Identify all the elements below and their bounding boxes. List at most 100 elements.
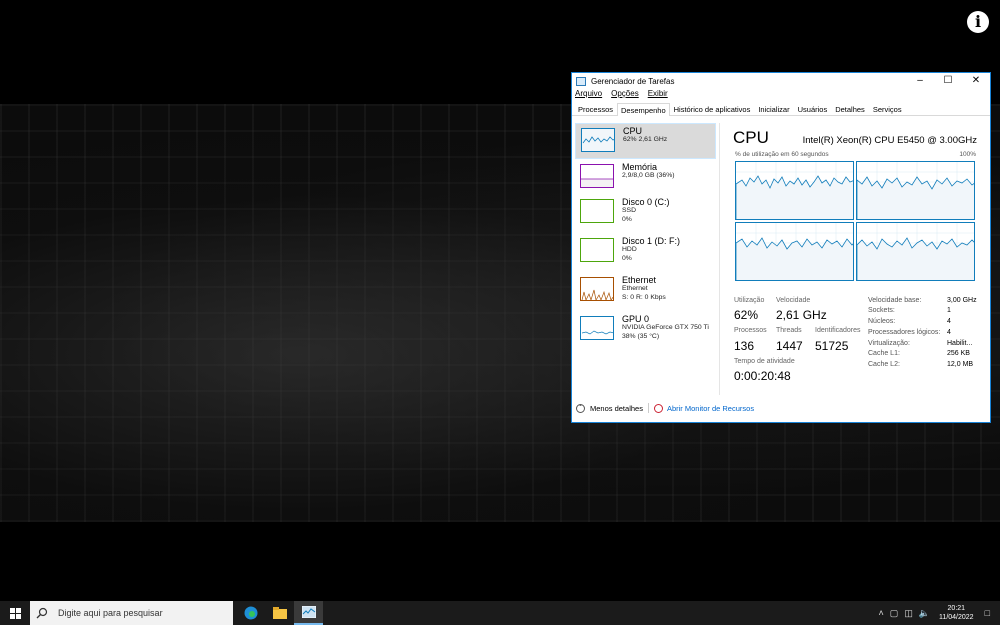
identificadores-label: Identificadores	[815, 327, 861, 334]
tempo-label: Tempo de atividade	[734, 358, 795, 365]
resource-sub: NVIDIA GeForce GTX 750 Ti	[622, 324, 709, 331]
resource-sub: 2,9/8,0 GB (36%)	[622, 172, 675, 179]
spec-key: Cache L2:	[868, 361, 900, 368]
graph-label: % de utilização em 60 segundos	[735, 151, 829, 158]
resource-item-ethernet[interactable]: Ethernet Ethernet S: 0 R: 0 Kbps	[575, 273, 716, 309]
task-manager-icon	[301, 606, 316, 618]
menos-detalhes-link[interactable]: Menos detalhes	[590, 404, 643, 413]
tab-historico[interactable]: Histórico de aplicativos	[670, 102, 755, 115]
search-icon	[36, 607, 48, 619]
info-icon[interactable]: i	[967, 11, 989, 33]
minimize-button[interactable]: –	[906, 73, 934, 89]
network-icon[interactable]: ◫	[904, 608, 913, 619]
tab-servicos[interactable]: Serviços	[869, 102, 906, 115]
resource-sub: 62% 2,61 GHz	[623, 136, 668, 143]
processos-value: 136	[734, 339, 755, 353]
resource-item-disco1[interactable]: Disco 1 (D: F:) HDD 0%	[575, 234, 716, 270]
tempo-value: 0:00:20:48	[734, 369, 791, 383]
tab-usuarios[interactable]: Usuários	[794, 102, 832, 115]
core-graph-3	[735, 222, 854, 281]
clock-time: 20:21	[947, 605, 966, 612]
ethernet-thumbnail-graph	[580, 277, 614, 301]
menu-bar: Arquivo Opções Exibir	[572, 89, 990, 102]
spec-value: 4	[947, 329, 951, 336]
resource-sub: 0%	[622, 215, 632, 223]
resource-item-memoria[interactable]: Memória 2,9/8,0 GB (36%)	[575, 160, 716, 196]
velocidade-label: Velocidade	[776, 297, 811, 304]
resource-name: Ethernet	[622, 275, 657, 285]
window-title: Gerenciador de Tarefas	[591, 76, 675, 86]
close-button[interactable]: ✕	[962, 73, 990, 89]
resource-item-cpu[interactable]: CPU 62% 2,61 GHz	[575, 123, 716, 159]
volume-icon[interactable]: 🔈	[919, 608, 930, 619]
menu-exibir[interactable]: Exibir	[648, 89, 668, 102]
resource-name: CPU	[623, 126, 643, 136]
spec-value: 4	[947, 318, 951, 325]
gpu-thumbnail-graph	[580, 316, 614, 340]
explorer-taskbar-button[interactable]	[265, 601, 294, 625]
velocidade-value: 2,61 GHz	[776, 308, 827, 322]
taskbar: Digite aqui para pesquisar ˄ ▢ ◫ 🔈 20:21…	[0, 601, 1000, 625]
disk1-thumbnail-graph	[580, 238, 614, 262]
spec-value: 12,0 MB	[947, 361, 974, 368]
resource-sub: 0%	[622, 254, 632, 262]
core-graph-2	[856, 161, 975, 220]
chevron-up-icon[interactable]: ˄	[879, 608, 884, 618]
resource-name: Disco 1 (D: F:)	[622, 236, 681, 246]
footer-bar: ˆ Menos detalhes Abrir Monitor de Recurs…	[576, 403, 754, 413]
spec-value: 3,00 GHz	[947, 297, 977, 304]
disk0-thumbnail-graph	[580, 199, 614, 223]
notification-icon[interactable]: □	[985, 608, 990, 618]
resource-sub: S: 0 R: 0 Kbps	[622, 293, 666, 301]
threads-label: Threads	[776, 327, 802, 334]
resource-monitor-icon[interactable]	[653, 403, 663, 413]
maximize-button[interactable]: ☐	[934, 73, 962, 89]
utilizacao-label: Utilização	[734, 297, 765, 304]
spec-key: Velocidade base:	[868, 297, 922, 304]
search-box[interactable]: Digite aqui para pesquisar	[30, 601, 233, 625]
resource-item-gpu0[interactable]: GPU 0 NVIDIA GeForce GTX 750 Ti 38% (35 …	[575, 312, 716, 348]
spec-value: 1	[947, 307, 951, 314]
core-graph-1	[735, 161, 854, 220]
chevron-up-icon[interactable]: ˆ	[576, 403, 585, 413]
cpu-model: Intel(R) Xeon(R) CPU E5450 @ 3.00GHz	[802, 135, 977, 146]
spec-key: Virtualização:	[868, 340, 910, 347]
utilizacao-value: 62%	[734, 308, 759, 322]
spec-key: Processadores lógicos:	[868, 329, 941, 336]
processos-label: Processos	[734, 327, 767, 334]
edge-icon	[244, 606, 257, 620]
threads-value: 1447	[776, 339, 803, 353]
resource-sub: SSD	[622, 207, 636, 214]
cpu-thumbnail-graph	[581, 128, 615, 152]
spec-key: Cache L1:	[868, 350, 900, 357]
core-graph-4	[856, 222, 975, 281]
menu-opcoes[interactable]: Opções	[611, 89, 639, 102]
resource-list: CPU 62% 2,61 GHz Memória 2,9/8,0 GB (36%…	[572, 123, 720, 395]
spec-key: Núcleos:	[868, 318, 896, 325]
display-icon[interactable]: ▢	[890, 608, 899, 619]
tab-inicializar[interactable]: Inicializar	[754, 102, 793, 115]
resource-name: Memória	[622, 162, 658, 172]
start-button[interactable]	[0, 601, 30, 625]
system-tray: ˄ ▢ ◫ 🔈 20:21 11/04/2022 □	[876, 601, 1000, 625]
clock-date: 11/04/2022	[939, 614, 974, 621]
menu-arquivo[interactable]: Arquivo	[575, 89, 602, 102]
tab-detalhes[interactable]: Detalhes	[831, 102, 869, 115]
abrir-monitor-link[interactable]: Abrir Monitor de Recursos	[667, 404, 754, 413]
resource-sub: HDD	[622, 246, 637, 253]
resource-sub: Ethernet	[622, 285, 648, 292]
identificadores-value: 51725	[815, 339, 849, 353]
edge-taskbar-button[interactable]	[236, 601, 265, 625]
folder-icon	[272, 607, 287, 619]
spec-key: Sockets:	[868, 307, 895, 314]
clock[interactable]: 20:21 11/04/2022	[939, 604, 974, 622]
resource-name: GPU 0	[622, 314, 650, 324]
tab-bar: Processos Desempenho Histórico de aplica…	[572, 102, 990, 116]
search-placeholder: Digite aqui para pesquisar	[58, 608, 163, 618]
resource-item-disco0[interactable]: Disco 0 (C:) SSD 0%	[575, 195, 716, 231]
tab-desempenho[interactable]: Desempenho	[617, 103, 670, 116]
task-manager-icon	[576, 76, 586, 86]
graph-max-label: 100%	[959, 151, 976, 158]
tab-processos[interactable]: Processos	[574, 102, 617, 115]
task-manager-taskbar-button[interactable]	[294, 601, 323, 625]
